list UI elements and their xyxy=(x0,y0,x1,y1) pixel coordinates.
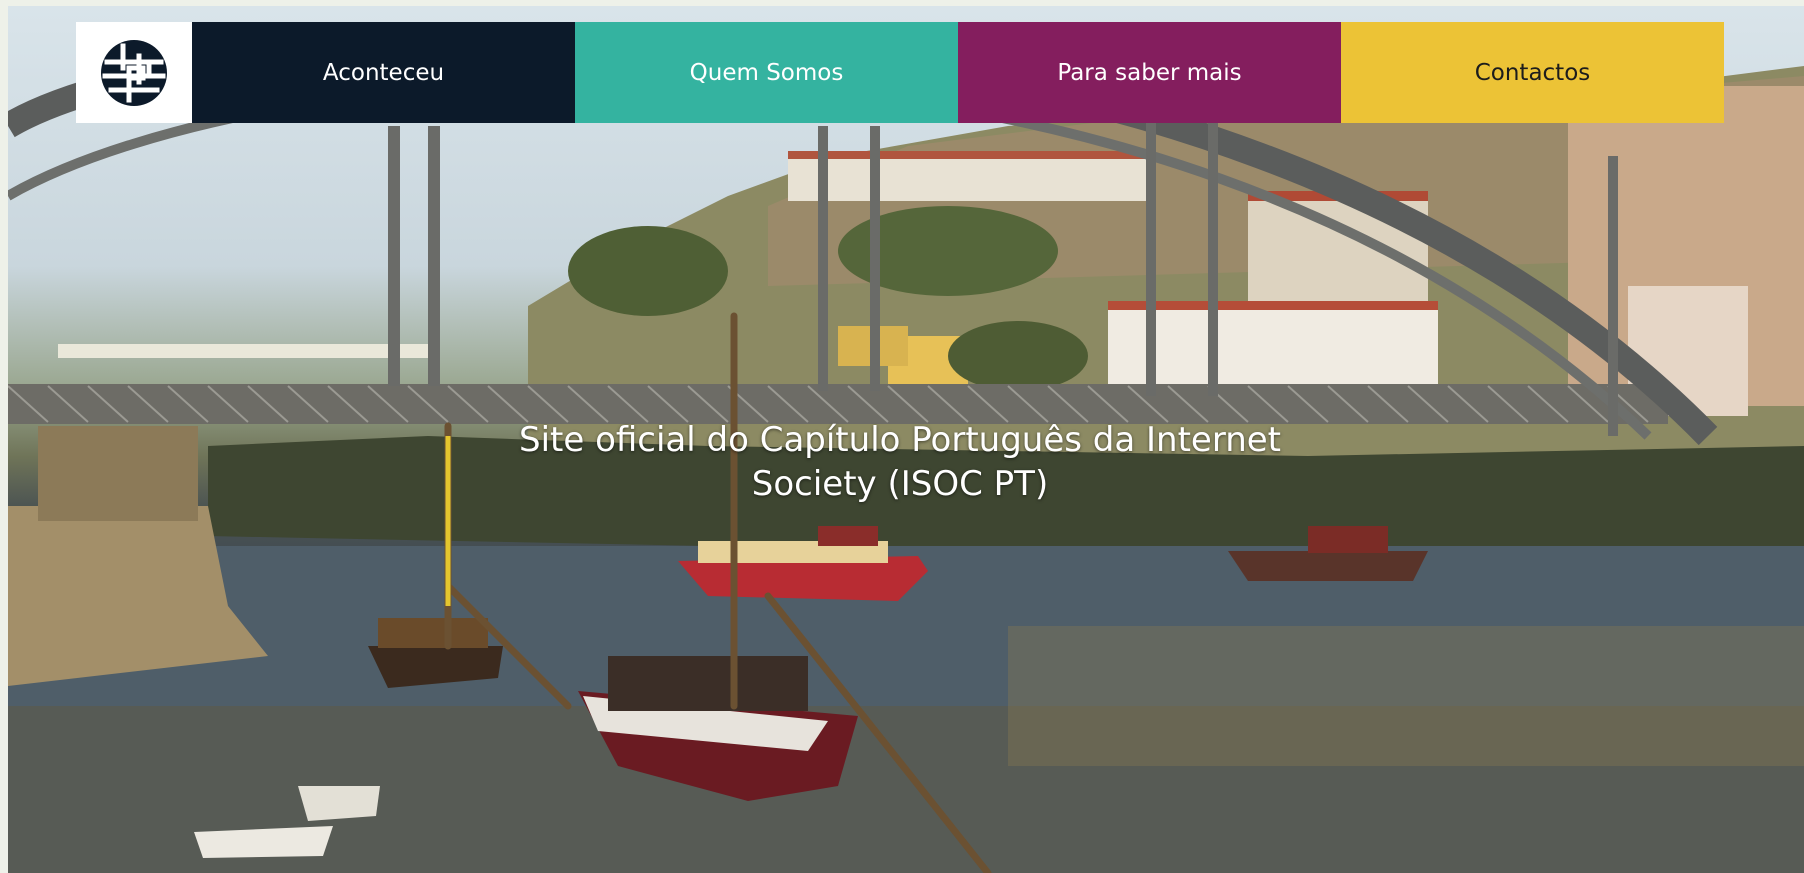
isoc-globe-logo-icon xyxy=(101,39,167,106)
site-logo-link[interactable] xyxy=(76,22,192,123)
nav-item-quem-somos[interactable]: Quem Somos xyxy=(575,22,958,123)
page: Aconteceu Quem Somos Para saber mais Con… xyxy=(0,0,1804,873)
nav-item-contactos[interactable]: Contactos xyxy=(1341,22,1724,123)
hero-title: Site oficial do Capítulo Português da In… xyxy=(518,420,1281,504)
nav-item-para-saber-mais[interactable]: Para saber mais xyxy=(958,22,1341,123)
main-navigation: Aconteceu Quem Somos Para saber mais Con… xyxy=(76,22,1724,123)
nav-item-aconteceu[interactable]: Aconteceu xyxy=(192,22,575,123)
